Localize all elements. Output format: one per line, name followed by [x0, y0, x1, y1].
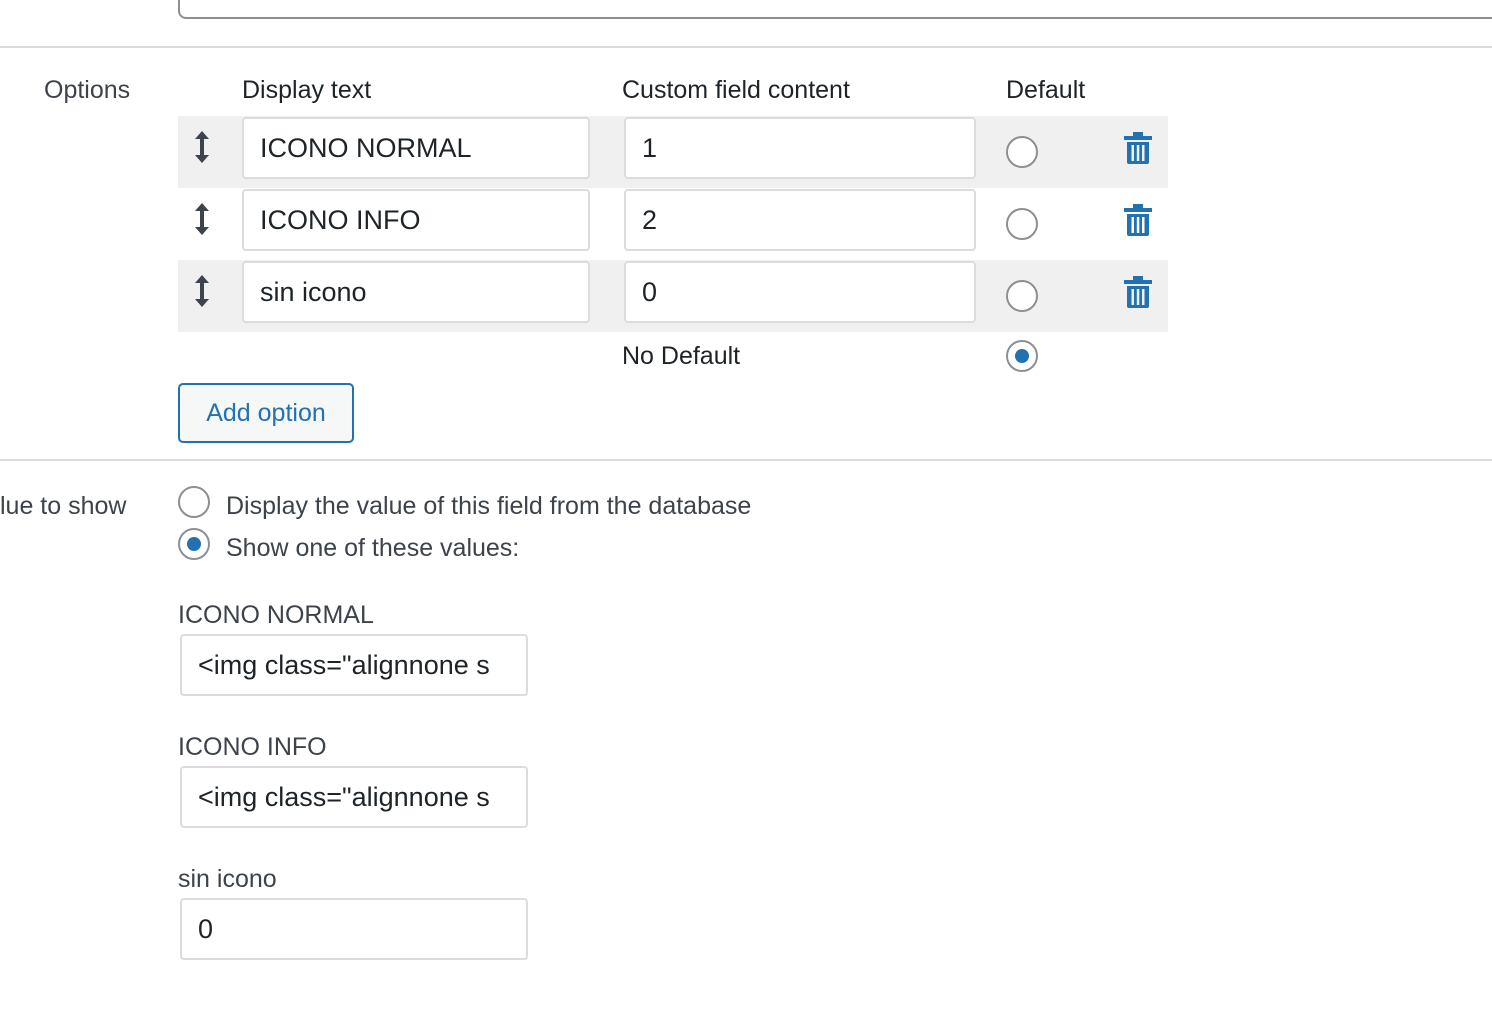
value-field-label: ICONO INFO	[178, 733, 327, 761]
option-row: ICONO NORMAL 1	[178, 116, 1168, 188]
value-field-label: sin icono	[178, 865, 277, 893]
value-to-show-label: lue to show	[0, 492, 127, 520]
value-field-input[interactable]: 0	[180, 898, 528, 960]
no-default-radio[interactable]	[1006, 340, 1038, 372]
show-one-of-values-radio[interactable]	[178, 528, 210, 560]
option-display-text-input[interactable]: ICONO INFO	[242, 189, 590, 251]
section-divider	[0, 46, 1492, 48]
display-db-value-radio[interactable]	[178, 486, 210, 518]
option-display-text-input[interactable]: sin icono	[242, 261, 590, 323]
section-divider	[0, 459, 1492, 461]
display-db-value-label: Display the value of this field from the…	[226, 492, 752, 520]
custom-field-content-header: Custom field content	[622, 76, 850, 104]
drag-handle-icon[interactable]	[192, 274, 212, 308]
default-header: Default	[1006, 76, 1086, 104]
trash-icon[interactable]	[1124, 276, 1152, 308]
option-default-radio[interactable]	[1006, 208, 1038, 240]
drag-handle-icon[interactable]	[192, 202, 212, 236]
option-content-input[interactable]: 0	[624, 261, 976, 323]
option-content-input[interactable]: 2	[624, 189, 976, 251]
option-content-input[interactable]: 1	[624, 117, 976, 179]
trash-icon[interactable]	[1124, 132, 1152, 164]
value-field-label: ICONO NORMAL	[178, 601, 374, 629]
trash-icon[interactable]	[1124, 204, 1152, 236]
option-default-radio[interactable]	[1006, 136, 1038, 168]
drag-handle-icon[interactable]	[192, 130, 212, 164]
option-row: sin icono 0	[178, 260, 1168, 332]
option-row: ICONO INFO 2	[178, 188, 1168, 260]
value-field-input[interactable]: <img class="alignnone s	[180, 634, 528, 696]
add-option-button[interactable]: Add option	[178, 383, 354, 443]
previous-field-input[interactable]	[178, 0, 1492, 19]
show-one-of-values-label: Show one of these values:	[226, 534, 520, 562]
option-default-radio[interactable]	[1006, 280, 1038, 312]
option-display-text-input[interactable]: ICONO NORMAL	[242, 117, 590, 179]
no-default-label: No Default	[622, 342, 741, 370]
value-field-input[interactable]: <img class="alignnone s	[180, 766, 528, 828]
display-text-header: Display text	[242, 76, 372, 104]
options-label: Options	[44, 76, 131, 104]
